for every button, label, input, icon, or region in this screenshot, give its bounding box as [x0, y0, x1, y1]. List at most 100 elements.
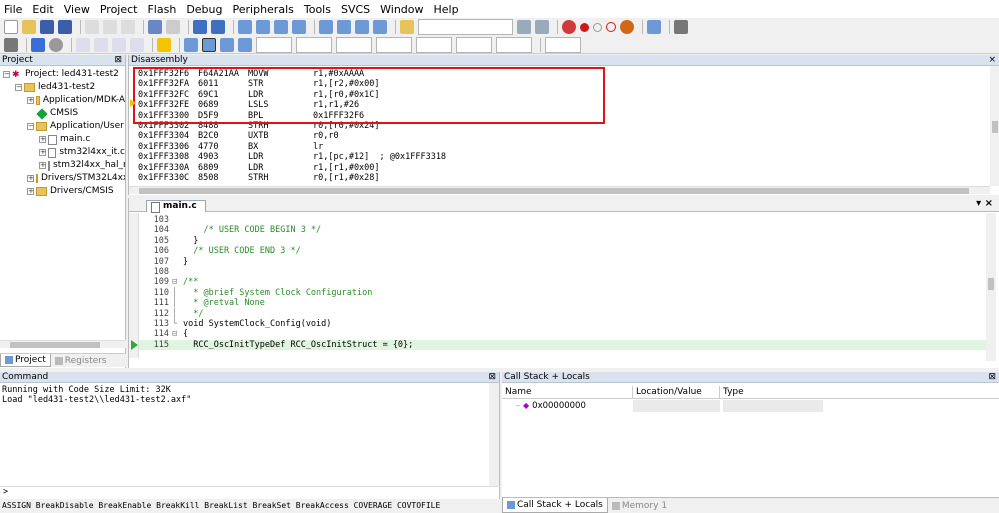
- menu-peripherals[interactable]: Peripherals: [233, 3, 294, 16]
- expand-icon[interactable]: +: [39, 149, 46, 156]
- tab-call-stack-locals[interactable]: Call Stack + Locals: [502, 498, 608, 513]
- tree-item[interactable]: + stm32l4xx_hal_n: [0, 159, 125, 172]
- trace-windows-dropdown[interactable]: [456, 36, 492, 53]
- callstack-row[interactable]: – ◆ 0x00000000: [502, 400, 999, 412]
- fold-marker-icon[interactable]: ⊟: [172, 329, 180, 339]
- tree-item[interactable]: + Drivers/CMSIS: [0, 185, 125, 198]
- menu-svcs[interactable]: SVCS: [341, 3, 370, 16]
- next-bookmark-icon[interactable]: [274, 20, 288, 34]
- paste-icon[interactable]: [121, 20, 135, 34]
- source-line[interactable]: 109 ⊟/**: [139, 277, 987, 287]
- tree-item[interactable]: CMSIS: [0, 107, 125, 120]
- reset-cpu-icon[interactable]: [4, 37, 18, 52]
- source-line[interactable]: 103: [139, 215, 987, 225]
- disassembly-vscroll[interactable]: [990, 66, 999, 186]
- fold-marker-icon[interactable]: │: [172, 309, 180, 319]
- bookmark-icon[interactable]: [238, 20, 252, 34]
- fold-marker-icon[interactable]: ⊟: [172, 277, 180, 287]
- show-next-statement-icon[interactable]: [157, 37, 171, 52]
- source-line[interactable]: 105 }: [139, 236, 987, 246]
- expand-icon[interactable]: –: [516, 400, 520, 412]
- tab-main-c[interactable]: main.c: [146, 200, 206, 213]
- command-vscroll[interactable]: [489, 383, 499, 486]
- pane-close-icon[interactable]: ⊠: [488, 372, 499, 382]
- new-file-icon[interactable]: [4, 20, 18, 34]
- save-all-icon[interactable]: [58, 20, 72, 34]
- fold-marker-icon[interactable]: │: [172, 288, 180, 298]
- unindent-icon[interactable]: [337, 20, 351, 34]
- memory-windows-dropdown[interactable]: [336, 36, 372, 53]
- clear-bookmarks-icon[interactable]: [292, 20, 306, 34]
- menu-help[interactable]: Help: [434, 3, 459, 16]
- editor-vscroll[interactable]: [986, 213, 996, 361]
- source-line[interactable]: 110 │ * @brief System Clock Configuration: [139, 288, 987, 298]
- expand-icon[interactable]: +: [27, 188, 34, 195]
- menu-project[interactable]: Project: [100, 3, 138, 16]
- project-hscroll[interactable]: [0, 340, 126, 348]
- disassembly-row[interactable]: 0x1FFF3304 B2C0 UXTB r0,r0: [138, 131, 978, 142]
- tree-item[interactable]: + Application/MDK-A: [0, 94, 125, 107]
- source-line[interactable]: 107}: [139, 257, 987, 267]
- copy-icon[interactable]: [103, 20, 117, 34]
- kill-all-breakpoints-icon[interactable]: [620, 20, 634, 34]
- step-out-icon[interactable]: [112, 37, 126, 52]
- collapse-icon[interactable]: −: [27, 123, 34, 130]
- column-type[interactable]: Type: [720, 386, 999, 398]
- command-input[interactable]: >: [0, 486, 500, 497]
- collapse-icon[interactable]: −: [3, 71, 10, 78]
- uncomment-icon[interactable]: [373, 20, 387, 34]
- menu-window[interactable]: Window: [380, 3, 423, 16]
- disassembly-row[interactable]: 0x1FFF330C 8508 STRH r0,[r1,#0x28]: [138, 173, 978, 184]
- tree-item[interactable]: − Application/User: [0, 120, 125, 133]
- nav-forward-icon[interactable]: [211, 20, 225, 34]
- close-icon[interactable]: ▾ ×: [976, 198, 993, 209]
- step-over-icon[interactable]: [94, 37, 108, 52]
- tab-memory-1[interactable]: Memory 1: [608, 498, 671, 513]
- watch-windows-dropdown[interactable]: [296, 36, 332, 53]
- pane-close-icon[interactable]: ⊠: [988, 372, 999, 382]
- column-name[interactable]: Name: [502, 386, 633, 398]
- menu-edit[interactable]: Edit: [32, 3, 53, 16]
- disable-all-breakpoints-icon[interactable]: [606, 22, 616, 32]
- command-window-icon[interactable]: [184, 37, 198, 52]
- debug-session-icon[interactable]: [562, 20, 576, 34]
- source-line[interactable]: 104 /* USER CODE BEGIN 3 */: [139, 225, 987, 235]
- serial-windows-dropdown[interactable]: [376, 36, 412, 53]
- tree-item[interactable]: + main.c: [0, 133, 125, 146]
- undo-icon[interactable]: [148, 20, 162, 34]
- prev-bookmark-icon[interactable]: [256, 20, 270, 34]
- menu-flash[interactable]: Flash: [147, 3, 176, 16]
- editor-gutter[interactable]: [129, 213, 139, 358]
- tree-item[interactable]: − ✱ Project: led431-test2: [0, 68, 125, 81]
- expand-icon[interactable]: +: [27, 175, 34, 182]
- breakpoint-icon[interactable]: [580, 22, 589, 32]
- disassembly-hscroll[interactable]: [129, 186, 990, 194]
- tab-registers[interactable]: Registers: [51, 354, 111, 367]
- source-line[interactable]: 108: [139, 267, 987, 277]
- source-line[interactable]: 114 ⊟{: [139, 329, 987, 339]
- menu-file[interactable]: File: [4, 3, 22, 16]
- expand-icon[interactable]: +: [39, 136, 46, 143]
- menu-debug[interactable]: Debug: [186, 3, 222, 16]
- fold-marker-icon[interactable]: └: [172, 319, 180, 329]
- registers-window-icon[interactable]: [238, 37, 252, 52]
- window-icon[interactable]: [647, 20, 661, 34]
- redo-icon[interactable]: [166, 20, 180, 34]
- tab-project[interactable]: Project: [0, 354, 51, 367]
- search-combo[interactable]: [418, 19, 513, 35]
- disable-breakpoint-icon[interactable]: [593, 22, 602, 32]
- call-stack-dropdown[interactable]: [256, 36, 292, 53]
- source-line[interactable]: 115 RCC_OscInitTypeDef RCC_OscInitStruct…: [139, 339, 987, 351]
- menu-tools[interactable]: Tools: [304, 3, 331, 16]
- source-line[interactable]: 111 │ * @retval None: [139, 298, 987, 308]
- expand-icon[interactable]: +: [27, 97, 34, 104]
- open-file-icon[interactable]: [22, 20, 36, 34]
- source-line[interactable]: 106 /* USER CODE END 3 */: [139, 246, 987, 256]
- comment-icon[interactable]: [355, 20, 369, 34]
- save-icon[interactable]: [40, 20, 54, 34]
- stop-icon[interactable]: [49, 37, 63, 52]
- system-viewer-dropdown[interactable]: [496, 36, 532, 53]
- pane-close-icon[interactable]: ×: [988, 55, 999, 65]
- disassembly-row[interactable]: 0x1FFF330A 6809 LDR r1,[r1,#0x00]: [138, 163, 978, 174]
- disassembly-row[interactable]: 0x1FFF3308 4903 LDR r1,[pc,#12] ; @0x1FFF33…: [138, 152, 978, 163]
